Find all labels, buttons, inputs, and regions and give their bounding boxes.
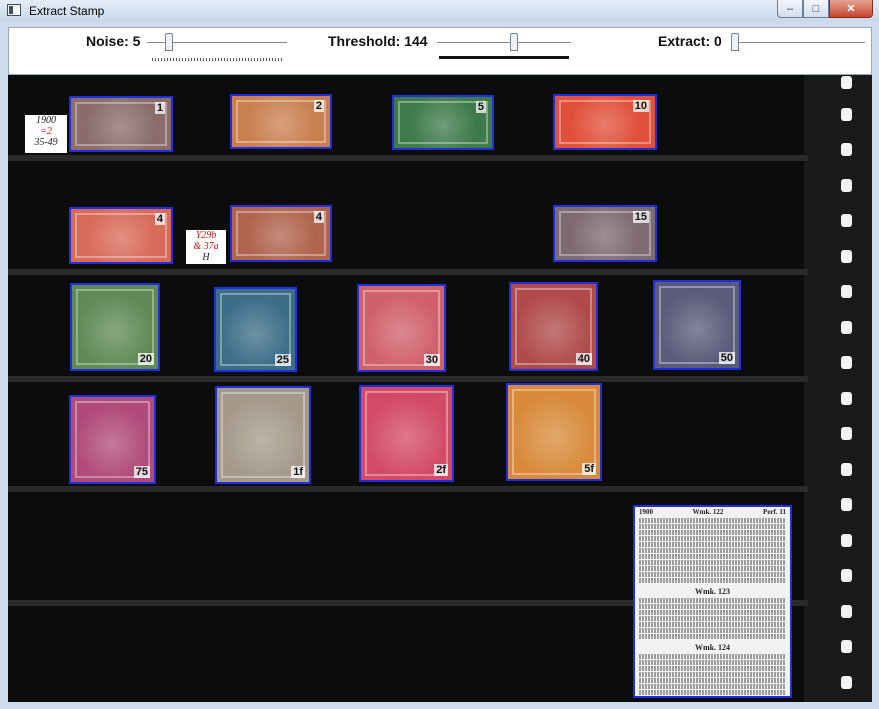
- threshold-slider-thumb[interactable]: [510, 33, 518, 51]
- stamp-detection[interactable]: 20: [70, 283, 160, 371]
- extract-slider-track[interactable]: [731, 42, 865, 44]
- stamp-detection[interactable]: 2: [230, 94, 332, 149]
- stamp-denomination: 15: [632, 211, 649, 223]
- app-window: Extract Stamp – □ ✕ Noise: 5 Threshold: …: [0, 0, 879, 709]
- trackbar-panel: Noise: 5 Threshold: 144 Extract: 0: [8, 27, 872, 75]
- stamp-detection[interactable]: 1f: [215, 386, 311, 484]
- window-app-icon: [7, 4, 21, 16]
- binding-hole: [841, 250, 852, 263]
- binding-hole: [841, 427, 852, 440]
- stamp-denomination: 10: [632, 100, 649, 112]
- catalog-year: 1900: [639, 508, 653, 516]
- binding-hole: [841, 356, 852, 369]
- binding-hole: [841, 463, 852, 476]
- stamp-detection[interactable]: 5f: [506, 383, 602, 481]
- stamp-detection[interactable]: 10: [553, 94, 657, 150]
- stamp-detection[interactable]: 75: [69, 395, 156, 484]
- album-strip: [8, 486, 808, 492]
- image-viewport[interactable]: 1 2 5 10 4 4 15 20 25 30 40 50 75 1f 2f …: [8, 75, 872, 702]
- stamp-denomination: 2f: [434, 464, 448, 476]
- noise-slider-thumb[interactable]: [165, 33, 173, 51]
- note-line: 1900: [36, 115, 56, 126]
- catalog-lines: [635, 652, 790, 696]
- binding-hole: [841, 569, 852, 582]
- stamp-denomination: 30: [423, 354, 440, 366]
- window-title: Extract Stamp: [29, 4, 105, 18]
- stamp-denomination: 50: [718, 352, 735, 364]
- binding-hole: [841, 498, 852, 511]
- stamp-denomination: 5: [475, 101, 486, 113]
- album-binding: [804, 75, 872, 702]
- stamp-detection[interactable]: 4: [230, 205, 332, 262]
- stamp-denomination: 4: [154, 213, 165, 225]
- catalog-lines: [635, 516, 790, 585]
- note-line: & 37a: [193, 241, 219, 252]
- title-bar[interactable]: Extract Stamp – □ ✕: [0, 0, 879, 22]
- album-strip: [8, 376, 808, 382]
- noise-label: Noise: 5: [86, 33, 141, 49]
- threshold-focus-bar: [439, 56, 569, 59]
- binding-hole: [841, 676, 852, 689]
- extract-label: Extract: 0: [658, 33, 722, 49]
- extract-slider-thumb[interactable]: [731, 33, 739, 51]
- stamp-denomination: 25: [274, 354, 291, 366]
- binding-hole: [841, 534, 852, 547]
- stamp-detection[interactable]: 1: [69, 96, 173, 152]
- binding-hole: [841, 605, 852, 618]
- binding-hole: [841, 143, 852, 156]
- catalog-sheet[interactable]: 1900 Wmk. 122 Perf. 11 Wmk. 123 Wmk. 124: [633, 505, 792, 698]
- stamp-denomination: 20: [137, 353, 154, 365]
- stamp-denomination: 5f: [582, 463, 596, 475]
- binding-hole: [841, 214, 852, 227]
- stamp-detection[interactable]: 25: [214, 287, 297, 372]
- stamp-detection[interactable]: 30: [357, 284, 446, 372]
- binding-hole: [841, 108, 852, 121]
- catalog-heading-wmk122: Wmk. 122: [692, 508, 724, 516]
- note-line: Y29b: [195, 230, 217, 241]
- catalog-header-row: 1900 Wmk. 122 Perf. 11: [635, 507, 790, 516]
- stamp-denomination: 1: [154, 102, 165, 114]
- minimize-button[interactable]: –: [777, 0, 803, 18]
- close-button[interactable]: ✕: [829, 0, 873, 18]
- note-line: =2: [40, 126, 52, 137]
- note-line: 35-49: [34, 137, 58, 148]
- stamp-denomination: 2: [313, 100, 324, 112]
- album-note-1900: 1900 =2 35-49: [25, 115, 67, 153]
- stamp-detection[interactable]: 50: [653, 280, 741, 370]
- threshold-slider-track[interactable]: [437, 42, 571, 44]
- binding-hole: [841, 321, 852, 334]
- album-strip: [8, 269, 808, 275]
- catalog-heading-wmk124: Wmk. 124: [694, 643, 731, 652]
- binding-hole: [841, 76, 852, 89]
- stamp-detection[interactable]: 2f: [359, 385, 454, 482]
- catalog-lines: [635, 596, 790, 641]
- stamp-detection[interactable]: 4: [69, 207, 173, 264]
- maximize-button[interactable]: □: [803, 0, 829, 18]
- album-strip: [8, 155, 808, 161]
- album-note-y29b: Y29b & 37a H: [186, 230, 226, 264]
- catalog-perf: Perf. 11: [763, 508, 786, 516]
- window-controls: – □ ✕: [777, 0, 873, 18]
- binding-hole: [841, 392, 852, 405]
- stamp-denomination: 40: [575, 353, 592, 365]
- stamp-detection[interactable]: 40: [509, 282, 598, 371]
- noise-slider-ticks: [152, 58, 284, 61]
- catalog-heading-wmk123: Wmk. 123: [694, 587, 731, 596]
- note-line: H: [202, 252, 210, 263]
- stamp-denomination: 4: [313, 211, 324, 223]
- stamp-detection[interactable]: 5: [392, 95, 494, 150]
- binding-hole: [841, 285, 852, 298]
- stamp-denomination: 1f: [291, 466, 305, 478]
- stamp-detection[interactable]: 15: [553, 205, 657, 262]
- stamp-denomination: 75: [133, 466, 150, 478]
- binding-hole: [841, 179, 852, 192]
- threshold-label: Threshold: 144: [328, 33, 428, 49]
- binding-hole: [841, 640, 852, 653]
